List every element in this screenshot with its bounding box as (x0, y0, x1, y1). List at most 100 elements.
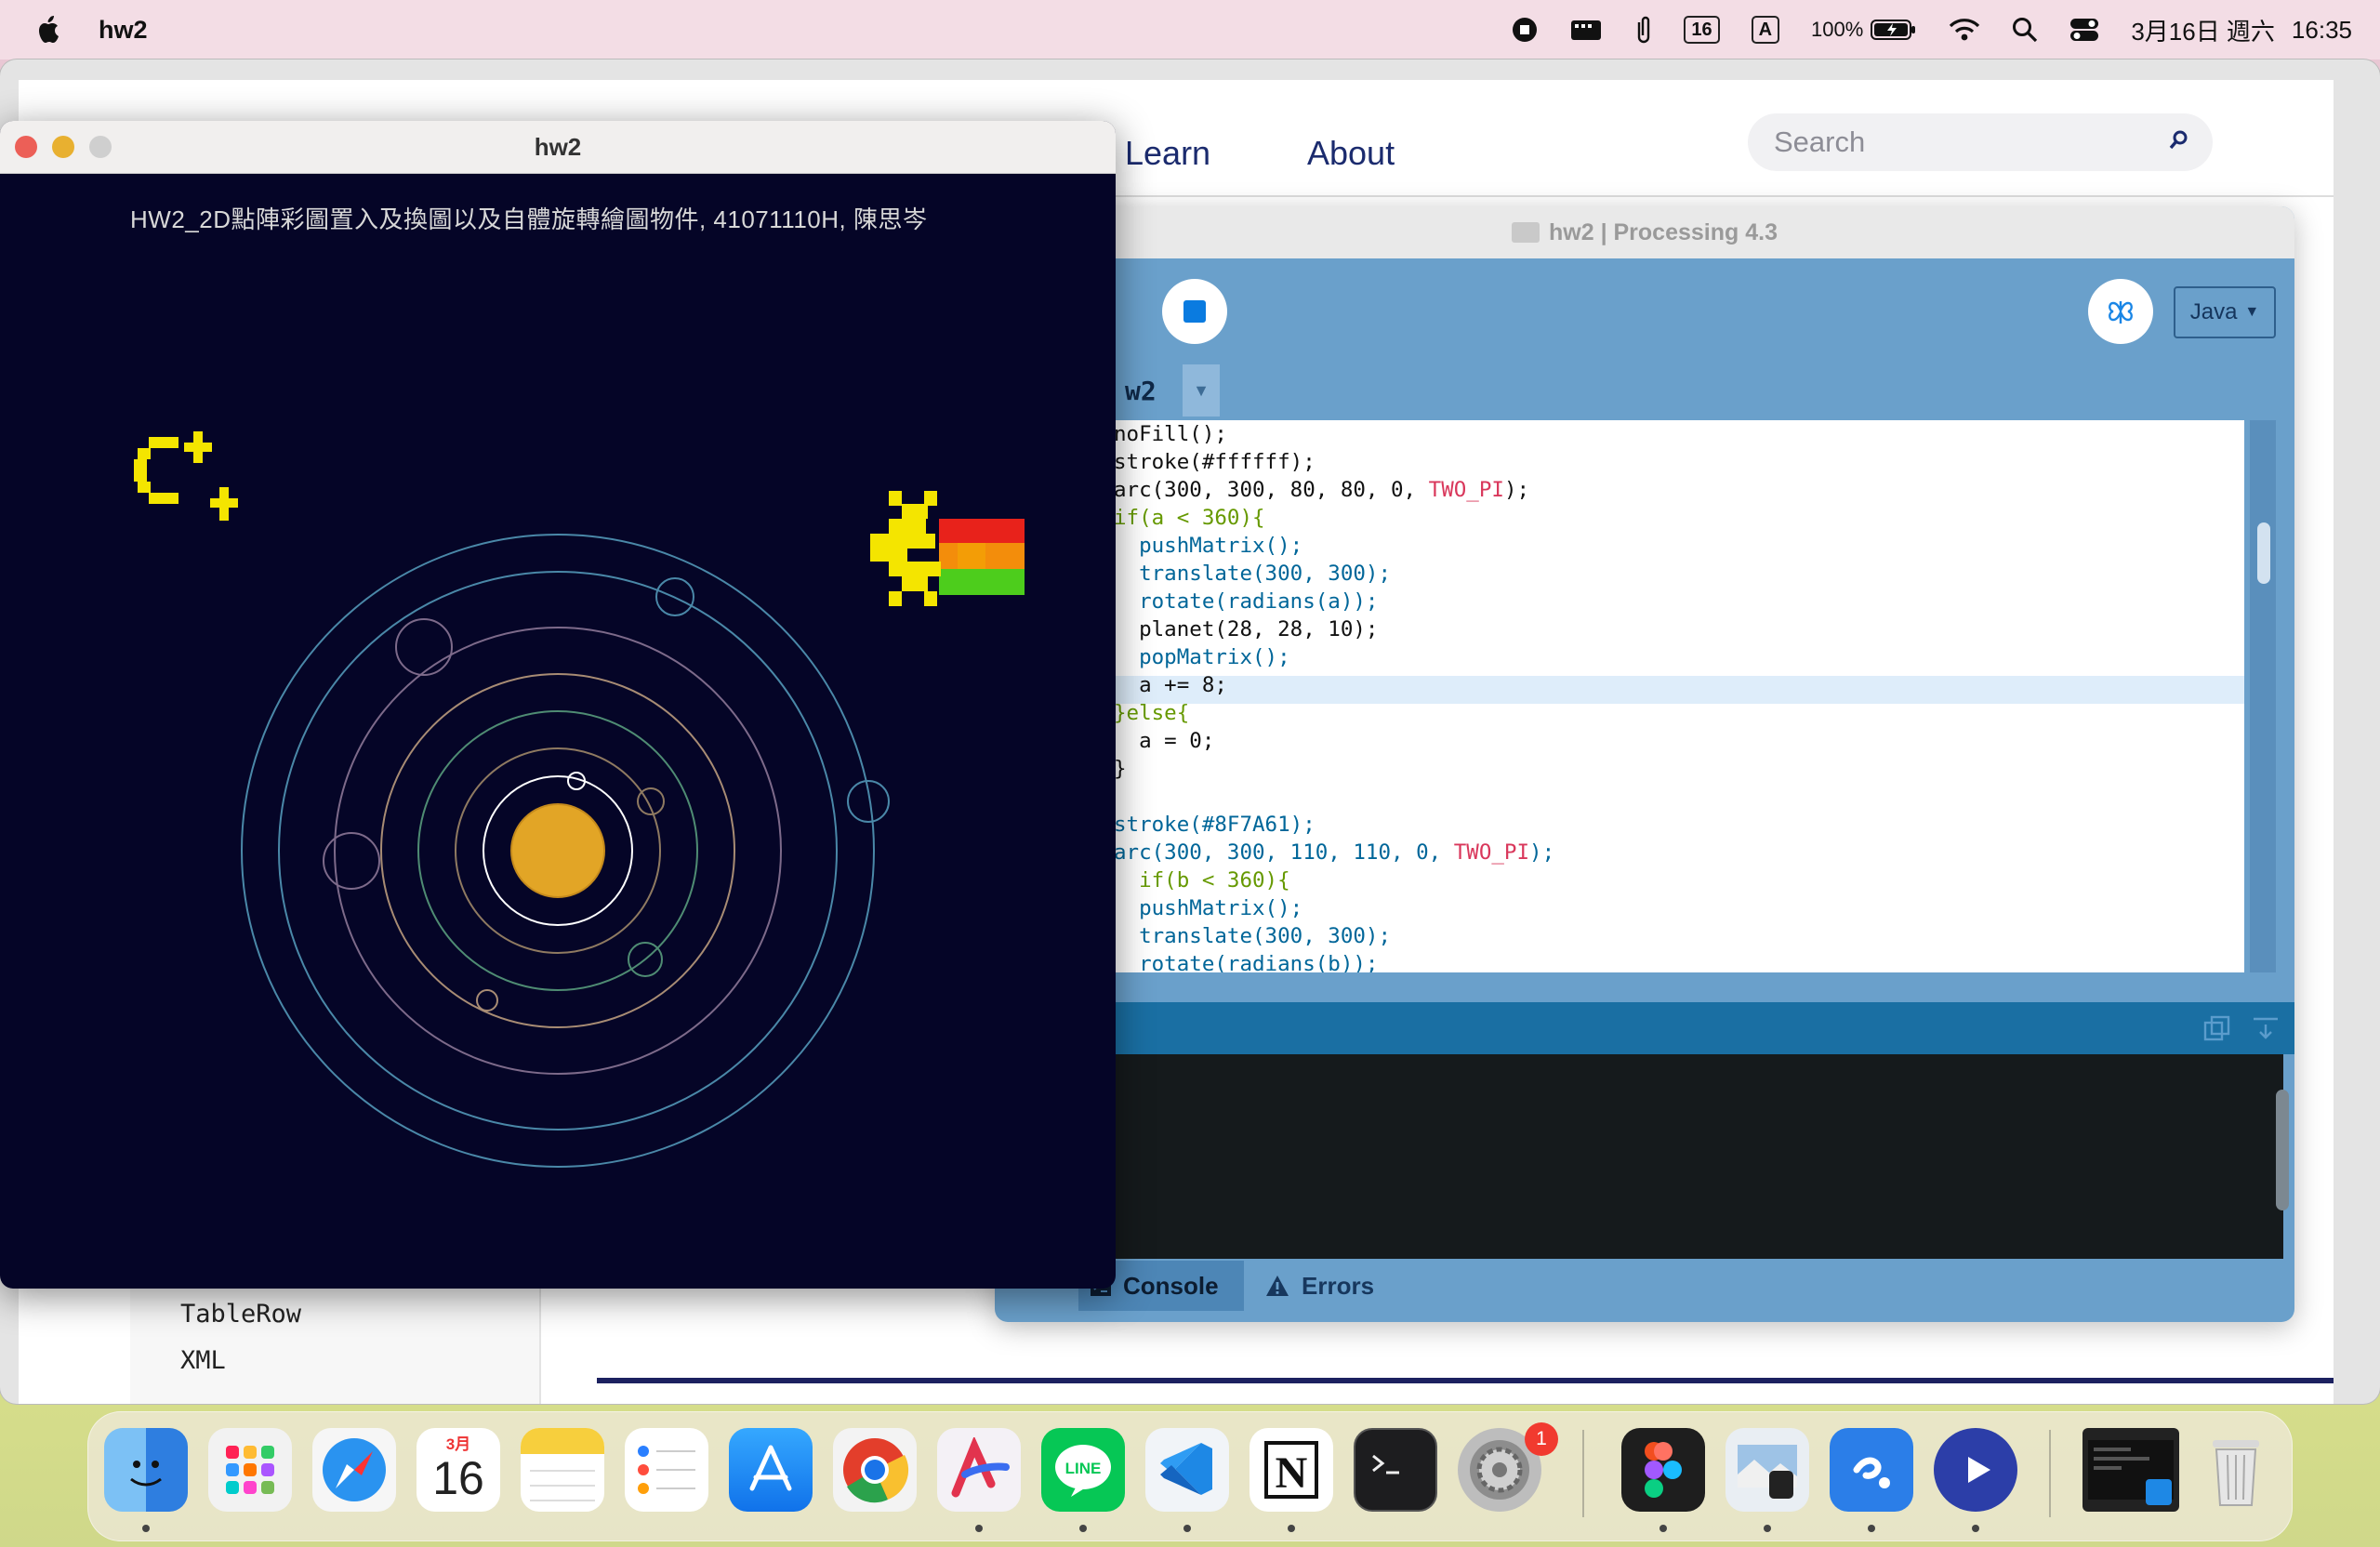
running-indicator (1972, 1525, 1979, 1532)
code-line: popMatrix(); (1114, 645, 1290, 669)
processing-icon[interactable] (1830, 1428, 1913, 1512)
ide-title-bar[interactable]: hw2 | Processing 4.3 (995, 206, 2294, 258)
running-indicator (1764, 1525, 1771, 1532)
code-line: translate(300, 300); (1114, 562, 1392, 586)
planet-5 (323, 832, 380, 890)
dock-separator (1582, 1430, 1584, 1517)
launchpad-icon[interactable] (208, 1428, 292, 1512)
tab-errors-label: Errors (1302, 1271, 1375, 1300)
code-line: rotate(radians(a)); (1114, 589, 1379, 614)
apple-menu-icon[interactable] (35, 14, 63, 46)
chrome-icon[interactable] (833, 1428, 917, 1512)
debugger-button[interactable] (2088, 279, 2153, 344)
scrollbar-thumb[interactable] (2257, 522, 2270, 584)
code-line: translate(300, 300); (1114, 924, 1392, 948)
video-icon[interactable] (1570, 18, 1602, 42)
battery-status[interactable]: 100% (1811, 18, 1917, 42)
running-indicator (1868, 1525, 1875, 1532)
code-line: if(a < 360){ (1114, 506, 1265, 530)
svg-text:LINE: LINE (1065, 1460, 1102, 1477)
dock: 3月 16 LINE N 1 (87, 1411, 2293, 1541)
code-line: arc(300, 300, 80, 80, 0, TWO_PI); (1114, 478, 1530, 502)
input-source-a-badge[interactable]: A (1751, 16, 1780, 44)
sketchbook-icon[interactable] (937, 1428, 1021, 1512)
content-divider (597, 1378, 2334, 1383)
sketch-canvas[interactable] (0, 173, 1116, 1289)
close-button[interactable] (15, 136, 37, 158)
console-header (995, 1002, 2294, 1054)
collapse-console-icon[interactable] (2252, 1015, 2280, 1043)
calendar-icon[interactable]: 3月 16 (416, 1428, 500, 1512)
running-indicator (142, 1525, 150, 1532)
wifi-icon[interactable] (1949, 18, 1980, 42)
spotlight-search-icon[interactable] (2012, 17, 2038, 43)
dock-separator (2049, 1430, 2051, 1517)
code-line: a = 0; (1114, 729, 1215, 753)
quicktime-icon[interactable] (1934, 1428, 2017, 1512)
code-line: a += 8; (1114, 673, 1227, 697)
terminal-icon[interactable] (1354, 1428, 1437, 1512)
calendar-month: 3月 (445, 1435, 471, 1453)
sketch-title-bar[interactable]: hw2 (0, 121, 1116, 174)
console-scrollbar[interactable] (2276, 1090, 2289, 1210)
planet-2 (637, 787, 665, 815)
zoom-button[interactable] (89, 136, 112, 158)
search-input[interactable]: Search (1748, 113, 2213, 171)
minimize-button[interactable] (52, 136, 74, 158)
menubar-date[interactable]: 3月16日 週六 (2131, 13, 2275, 47)
code-editor[interactable]: noFill(); stroke(#ffffff); arc(300, 300,… (1114, 420, 2244, 972)
figma-icon[interactable] (1621, 1428, 1705, 1512)
code-line: planet(28, 28, 10); (1114, 617, 1379, 641)
battery-percent: 100% (1811, 18, 1864, 41)
app-store-icon[interactable] (729, 1428, 813, 1512)
code-line: } (1114, 757, 1127, 781)
paperclip-icon[interactable] (1633, 15, 1652, 45)
code-line: rotate(radians(b)); (1114, 952, 1379, 972)
record-icon[interactable] (1511, 16, 1539, 44)
preview-icon[interactable] (1726, 1428, 1809, 1512)
search-icon[interactable] (2166, 128, 2190, 152)
sketch-window-title: hw2 (534, 132, 582, 161)
running-indicator (1183, 1525, 1191, 1532)
reminders-icon[interactable] (625, 1428, 708, 1512)
battery-icon (1871, 20, 1916, 40)
console-output[interactable] (1114, 1054, 2283, 1259)
active-app-name[interactable]: hw2 (99, 16, 148, 45)
sketch-window: hw2 HW2_2D點陣彩圖置入及換圖以及自體旋轉繪圖物件, 41071110H… (0, 121, 1116, 1289)
line-icon[interactable]: LINE (1041, 1428, 1125, 1512)
screen-thumbnail-icon[interactable] (2082, 1428, 2179, 1512)
butterfly-icon (2109, 301, 2133, 324)
notion-icon[interactable]: N (1250, 1428, 1333, 1512)
code-line: noFill(); (1114, 422, 1227, 446)
input-source-16-badge[interactable]: 16 (1684, 16, 1720, 44)
editor-scrollbar[interactable] (2250, 420, 2276, 972)
menubar-time[interactable]: 16:35 (2292, 16, 2352, 45)
svg-text:N: N (1276, 1448, 1308, 1498)
tab-menu-button[interactable]: ▼ (1183, 364, 1220, 416)
code-line: if(b < 360){ (1114, 868, 1290, 892)
vscode-icon[interactable] (1145, 1428, 1229, 1512)
copy-icon[interactable] (2203, 1015, 2231, 1043)
control-center-icon[interactable] (2069, 17, 2099, 43)
code-line: pushMatrix(); (1114, 896, 1303, 920)
notification-badge: 1 (1525, 1422, 1558, 1456)
stop-button[interactable] (1162, 279, 1227, 344)
pixel-rainbow-flag (870, 491, 1025, 606)
finder-icon[interactable] (104, 1428, 188, 1512)
calendar-day: 16 (432, 1451, 484, 1504)
planet-6 (395, 618, 453, 676)
running-indicator (1288, 1525, 1295, 1532)
trash-icon[interactable] (2194, 1428, 2278, 1512)
reference-sidebar: TableRow XML (130, 1289, 541, 1404)
reference-item-xml[interactable]: XML (180, 1346, 226, 1375)
notes-icon[interactable] (521, 1428, 604, 1512)
nav-learn-link[interactable]: Learn (1125, 134, 1210, 173)
code-line: }else{ (1114, 701, 1190, 725)
mode-selector[interactable]: Java ▼ (2174, 286, 2276, 338)
safari-icon[interactable] (312, 1428, 396, 1512)
tab-errors[interactable]: Errors (1264, 1261, 1374, 1311)
nav-about-link[interactable]: About (1307, 134, 1395, 173)
reference-item-tablerow[interactable]: TableRow (180, 1300, 301, 1329)
menu-bar: hw2 16 A 100% 3月16日 週六 16:35 (0, 0, 2380, 60)
code-line: pushMatrix(); (1114, 534, 1303, 558)
